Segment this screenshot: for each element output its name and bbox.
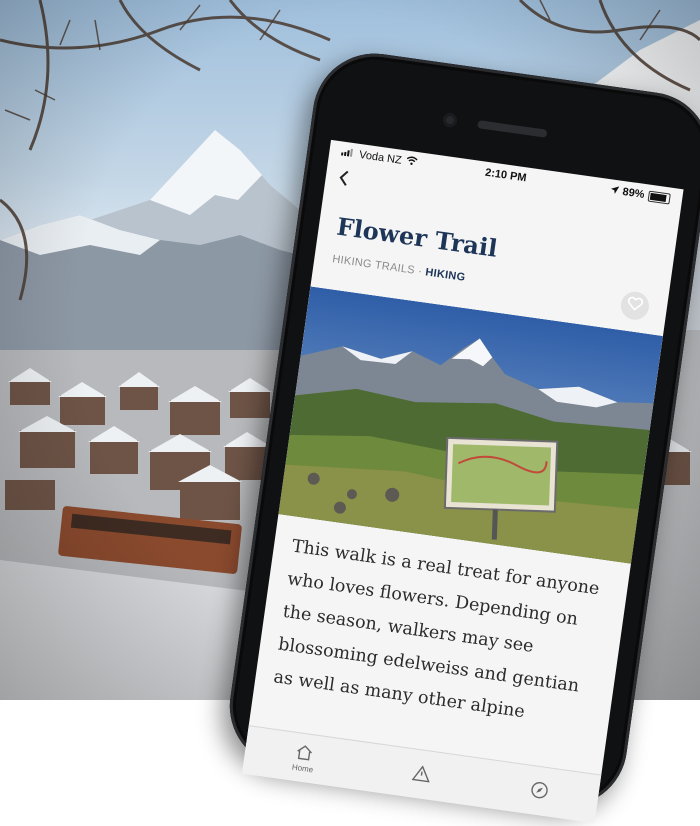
favorite-button[interactable]	[619, 289, 651, 322]
compass-icon	[529, 780, 550, 802]
chevron-left-icon	[336, 166, 351, 192]
earpiece-speaker	[477, 120, 548, 138]
trail-description: This walk is a real treat for anyone who…	[272, 536, 601, 723]
battery-percentage: 89%	[621, 185, 646, 201]
status-bar: Voda NZ 2:10 PM 89%	[328, 140, 684, 211]
trail-hero-image	[278, 286, 663, 564]
heart-icon	[626, 295, 644, 316]
warning-icon	[411, 764, 431, 784]
tab-home[interactable]: Home	[242, 726, 366, 790]
app-screen: Voda NZ 2:10 PM 89% Flower Trail HIKING …	[241, 139, 684, 824]
back-button[interactable]	[336, 168, 351, 191]
page-title: Flower Trail	[335, 211, 500, 263]
tab-explore[interactable]	[477, 759, 601, 823]
tab-home-label: Home	[291, 762, 314, 774]
breadcrumb-subcategory[interactable]: HIKING	[425, 266, 467, 283]
battery-icon	[647, 190, 671, 205]
tab-alerts[interactable]	[359, 743, 483, 807]
location-arrow-icon	[610, 184, 620, 197]
tab-bar: Home	[241, 725, 602, 824]
home-icon	[295, 742, 315, 762]
breadcrumb: HIKING TRAILS · HIKING	[332, 253, 467, 284]
front-camera	[442, 112, 458, 129]
breadcrumb-separator: ·	[417, 265, 423, 278]
breadcrumb-category[interactable]: HIKING TRAILS	[332, 253, 416, 276]
